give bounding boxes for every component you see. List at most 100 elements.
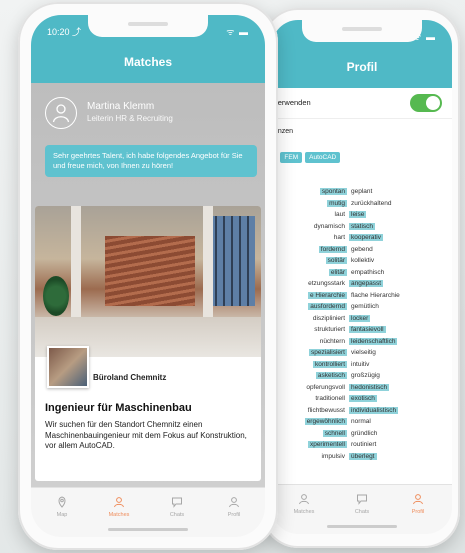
trait-pair[interactable]: asketisch großzügig: [272, 372, 452, 384]
page-title: Matches: [31, 45, 265, 83]
trait-pair[interactable]: xperimentell routiniert: [272, 441, 452, 453]
trait-left: xperimentell: [307, 441, 347, 448]
job-photo: [35, 206, 261, 357]
trait-right: statisch: [349, 222, 376, 230]
trait-left: diszipliniert: [312, 314, 345, 322]
home-indicator: [108, 528, 188, 531]
trait-pair[interactable]: dynamisch statisch: [272, 222, 452, 235]
trait-pair[interactable]: kontrolliert intuitiv: [272, 360, 452, 373]
tab-label: Matches: [108, 512, 130, 518]
trait-left: fordernd: [318, 245, 347, 253]
notch: [88, 15, 208, 37]
trait-pair[interactable]: diszipliniert locker: [272, 314, 452, 327]
tab-chats[interactable]: Chats: [154, 496, 200, 518]
trait-pair[interactable]: fordernd gebend: [272, 245, 452, 258]
trait-left: asketisch: [315, 372, 347, 379]
job-description: Wir suchen für den Standort Chemnitz ein…: [45, 420, 247, 450]
match-message-area: Martina Klemm Leiterin HR & Recruiting S…: [31, 83, 265, 488]
tab-profil[interactable]: Profil: [398, 493, 438, 515]
trait-pair[interactable]: elitär empathisch: [272, 268, 452, 281]
tab-bar: Matches Chats Profil: [272, 484, 452, 534]
trait-pair[interactable]: laut leise: [272, 211, 452, 223]
profile-icon: [229, 497, 239, 508]
trait-pair[interactable]: ausfordernd gemütlich: [272, 303, 452, 315]
trait-pair[interactable]: flichtbewusst individualistisch: [272, 406, 452, 419]
trait-pair[interactable]: ergewöhnlich normal: [272, 418, 452, 430]
tab-matches[interactable]: Matches: [96, 496, 142, 518]
phone-profile: ᯤ ▬ Profil verwenden enzen ...FEMAutoCAD…: [262, 8, 460, 548]
toggle-knob: [426, 96, 440, 110]
sender-info: Martina Klemm Leiterin HR & Recruiting: [45, 97, 255, 137]
company-logo: [47, 346, 89, 388]
use-toggle-switch[interactable]: [410, 94, 442, 112]
trait-right: gemütlich: [351, 303, 379, 310]
trait-left: ausfordernd: [308, 303, 347, 310]
matches-icon: [299, 494, 309, 505]
tab-label: Profil: [227, 512, 241, 518]
sender-name: Martina Klemm: [87, 101, 155, 112]
trait-right: leise: [349, 211, 367, 218]
trait-left: schnell: [322, 429, 347, 437]
trait-pair[interactable]: schnell gründlich: [272, 429, 452, 442]
trait-pair[interactable]: e Hierarchie flache Hierarchie: [272, 291, 452, 304]
tab-profil[interactable]: Profil: [211, 496, 257, 518]
trait-left: nüchtern: [319, 337, 345, 345]
trait-left: ergewöhnlich: [304, 418, 347, 425]
skill-chip[interactable]: FEM: [280, 152, 303, 163]
trait-pair[interactable]: impulsiv überlegt: [272, 452, 452, 465]
trait-pair[interactable]: spontan geplant: [272, 188, 452, 200]
trait-pair[interactable]: traditionell exotisch: [272, 395, 452, 407]
trait-left: elitär: [328, 268, 347, 276]
trait-right: individualistisch: [349, 406, 399, 414]
tab-chats[interactable]: Chats: [342, 493, 382, 515]
tab-matches[interactable]: Matches: [284, 493, 324, 515]
company-name: Büroland Chemnitz: [93, 373, 167, 382]
person-icon: [52, 104, 70, 123]
tab-label: Matches: [293, 509, 315, 515]
trait-right: großzügig: [351, 372, 380, 379]
trait-pair[interactable]: nüchtern leidenschaftlich: [272, 337, 452, 350]
trait-pair[interactable]: opferungsvoll hedonistisch: [272, 383, 452, 396]
tab-map[interactable]: Map: [39, 496, 85, 518]
trait-right: normal: [351, 418, 371, 425]
status-time: 10:20 ⤴: [47, 27, 82, 37]
trait-right: kooperativ: [349, 234, 383, 241]
trait-right: locker: [349, 314, 371, 322]
trait-pair[interactable]: solitär kollektiv: [272, 257, 452, 269]
page-title: Profil: [272, 50, 452, 88]
trait-pair[interactable]: strukturiert fantasievoll: [272, 326, 452, 338]
trait-pair[interactable]: etzungsstark angepasst: [272, 280, 452, 292]
profile-icon: [413, 494, 423, 505]
trait-pair[interactable]: hart kooperativ: [272, 234, 452, 246]
tab-label: Chats: [354, 509, 370, 515]
tab-bar: Map Matches Chats Profil: [31, 487, 265, 537]
trait-right: empathisch: [351, 268, 385, 276]
matches-icon: [114, 497, 124, 508]
trait-right: vielseitig: [351, 349, 376, 356]
trait-right: gründlich: [351, 429, 378, 437]
tab-label: Profil: [411, 509, 425, 515]
trait-right: exotisch: [349, 395, 377, 402]
notch: [302, 20, 422, 42]
trait-right: angepasst: [349, 280, 383, 287]
chat-icon: [357, 494, 367, 505]
trait-left: strukturiert: [314, 326, 345, 333]
trait-left: opferungsvoll: [306, 383, 345, 391]
avatar[interactable]: [45, 97, 77, 129]
trait-pair[interactable]: spezialisiert vielseitig: [272, 349, 452, 361]
trait-left: impulsiv: [321, 452, 345, 460]
trait-right: kollektiv: [351, 257, 375, 264]
home-indicator: [327, 525, 397, 528]
trait-right: zurückhaltend: [351, 199, 392, 207]
trait-left: flichtbewusst: [307, 406, 345, 414]
job-card[interactable]: Büroland Chemnitz Ingenieur für Maschine…: [35, 206, 261, 481]
trait-right: routiniert: [351, 441, 377, 448]
trait-right: überlegt: [349, 452, 377, 460]
skill-chips: ...FEMAutoCAD: [272, 146, 343, 164]
chat-icon: [172, 497, 182, 508]
tab-label: Chats: [169, 512, 185, 518]
trait-left: dynamisch: [313, 222, 345, 230]
trait-pair[interactable]: mutig zurückhaltend: [272, 199, 452, 212]
tab-label: Map: [56, 512, 68, 518]
skill-chip[interactable]: AutoCAD: [305, 152, 341, 163]
